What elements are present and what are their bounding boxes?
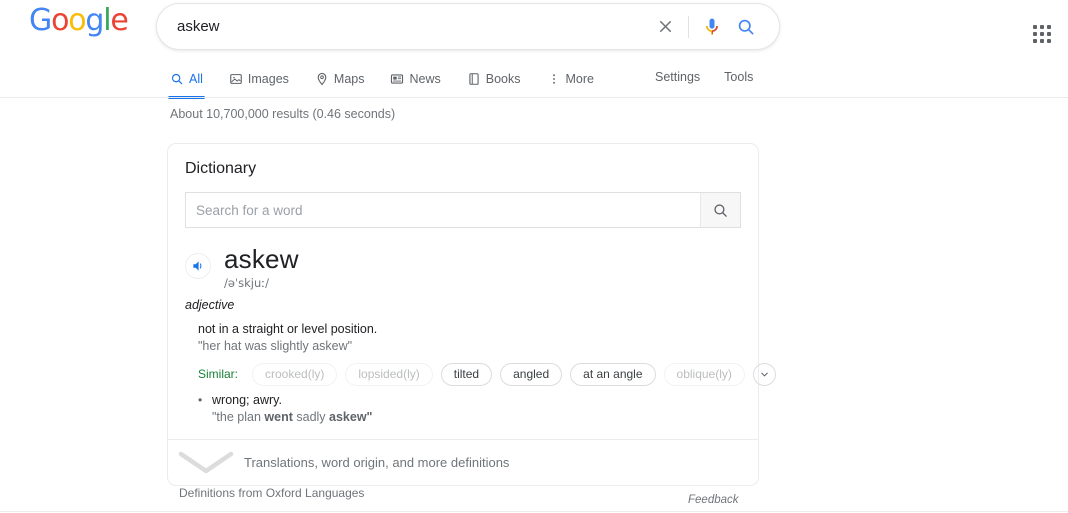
image-icon bbox=[229, 72, 243, 86]
search-bar[interactable] bbox=[156, 3, 780, 50]
more-vertical-icon bbox=[547, 72, 561, 86]
dictionary-search-input[interactable] bbox=[186, 193, 700, 227]
chevron-down-icon bbox=[168, 450, 244, 476]
google-logo[interactable]: Google bbox=[29, 6, 128, 36]
logo-letter: g bbox=[85, 3, 103, 38]
definition-text: wrong; awry. bbox=[212, 392, 373, 408]
dictionary-search-button[interactable] bbox=[700, 193, 740, 227]
dictionary-card: Dictionary askew /əˈskjuː/ a bbox=[167, 143, 759, 486]
nav-tab-books[interactable]: Books bbox=[467, 62, 534, 96]
nav-tab-label: Books bbox=[486, 72, 521, 86]
news-icon bbox=[390, 72, 404, 86]
definition-item: • wrong; awry. "the plan went sadly aske… bbox=[198, 392, 758, 425]
settings-button[interactable]: Settings bbox=[655, 70, 700, 84]
example-fragment: sadly bbox=[293, 410, 329, 424]
header-divider bbox=[0, 97, 1068, 98]
map-pin-icon bbox=[315, 72, 329, 86]
feedback-link[interactable]: Feedback bbox=[688, 494, 739, 506]
definition-text: not in a straight or level position. bbox=[198, 321, 758, 337]
nav-tab-all[interactable]: All bbox=[170, 62, 216, 96]
dictionary-source: Definitions from Oxford Languages bbox=[179, 486, 364, 500]
nav-tab-images[interactable]: Images bbox=[229, 62, 302, 96]
search-icon bbox=[170, 72, 184, 86]
bottom-divider bbox=[0, 511, 1068, 512]
expand-more-definitions[interactable]: Translations, word origin, and more defi… bbox=[168, 439, 758, 485]
logo-letter: o bbox=[68, 3, 85, 38]
speaker-icon[interactable] bbox=[185, 253, 211, 279]
nav-tab-label: Maps bbox=[334, 72, 365, 86]
similar-chip[interactable]: at an angle bbox=[570, 363, 655, 386]
result-stats: About 10,700,000 results (0.46 seconds) bbox=[170, 107, 395, 121]
clear-search-icon[interactable] bbox=[648, 5, 682, 49]
nav-tab-news[interactable]: News bbox=[390, 62, 453, 96]
nav-tab-more[interactable]: More bbox=[547, 62, 607, 96]
nav-tab-label: All bbox=[189, 72, 203, 86]
logo-letter: o bbox=[51, 3, 68, 38]
similar-chip[interactable]: oblique(ly) bbox=[664, 363, 745, 386]
definition-example: "her hat was slightly askew" bbox=[198, 338, 758, 354]
pronunciation-ipa: /əˈskjuː/ bbox=[224, 276, 299, 290]
similar-chip[interactable]: crooked(ly) bbox=[252, 363, 337, 386]
nav-tab-label: Images bbox=[248, 72, 289, 86]
expand-label: Translations, word origin, and more defi… bbox=[244, 455, 509, 470]
nav-tab-label: News bbox=[409, 72, 440, 86]
search-nav: All Images Maps News Books More Settings Tool… bbox=[0, 62, 1068, 98]
similar-chip[interactable]: lopsided(ly) bbox=[345, 363, 432, 386]
logo-letter: e bbox=[110, 3, 127, 38]
headword: askew bbox=[224, 244, 299, 275]
microphone-icon[interactable] bbox=[695, 5, 729, 49]
dictionary-title: Dictionary bbox=[168, 144, 758, 178]
nav-tab-maps[interactable]: Maps bbox=[315, 62, 378, 96]
example-fragment: "the plan bbox=[212, 410, 264, 424]
nav-tab-label: More bbox=[566, 72, 594, 86]
example-fragment: askew" bbox=[329, 410, 372, 424]
definition-example: "the plan went sadly askew" bbox=[212, 409, 373, 425]
nav-tabs: All Images Maps News Books More bbox=[170, 62, 620, 98]
chevron-down-icon[interactable] bbox=[753, 363, 776, 386]
word-header: askew /əˈskjuː/ bbox=[168, 228, 758, 290]
definition-item: not in a straight or level position. "he… bbox=[198, 321, 758, 354]
tools-button[interactable]: Tools bbox=[724, 70, 753, 84]
part-of-speech: adjective bbox=[168, 290, 758, 312]
search-submit-icon[interactable] bbox=[729, 5, 763, 49]
search-divider bbox=[688, 16, 689, 38]
similar-chip[interactable]: tilted bbox=[441, 363, 492, 386]
search-input[interactable] bbox=[157, 18, 648, 35]
dictionary-search-box[interactable] bbox=[185, 192, 741, 228]
logo-letter: G bbox=[29, 3, 51, 38]
similar-label: Similar: bbox=[198, 367, 238, 381]
example-fragment: went bbox=[264, 410, 292, 424]
definition-list: not in a straight or level position. "he… bbox=[168, 312, 758, 425]
similar-chip[interactable]: angled bbox=[500, 363, 562, 386]
bullet-marker: • bbox=[198, 392, 212, 425]
similar-words-row: Similar: crooked(ly) lopsided(ly) tilted an… bbox=[198, 362, 758, 386]
apps-grid-icon[interactable] bbox=[1030, 22, 1054, 46]
google-search-page: Google bbox=[0, 0, 1068, 513]
book-icon bbox=[467, 72, 481, 86]
nav-right-actions: Settings Tools bbox=[655, 70, 753, 84]
